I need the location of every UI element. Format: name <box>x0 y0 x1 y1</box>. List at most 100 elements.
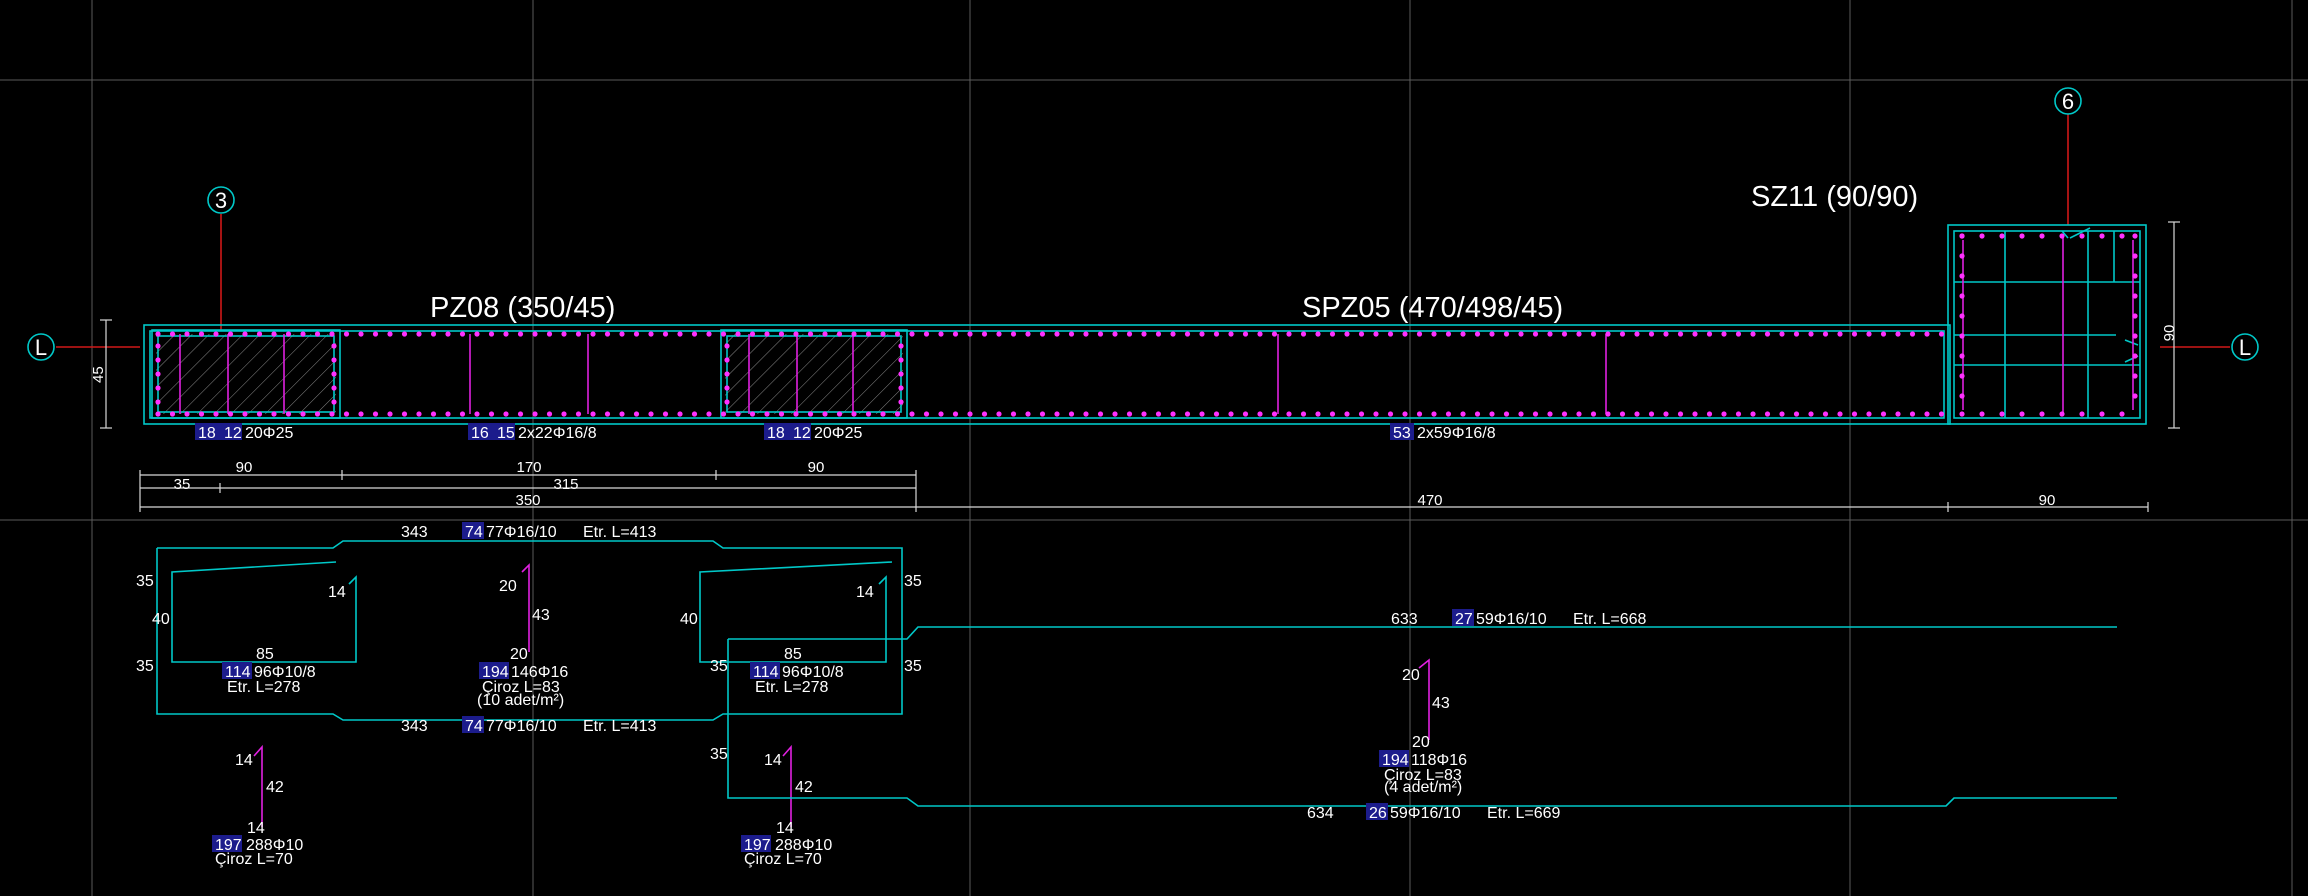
svg-text:53: 53 <box>1393 425 1411 442</box>
rebar-dot <box>1605 331 1611 337</box>
rebar-dot <box>967 331 973 337</box>
rebar-dot <box>329 411 335 417</box>
rebar-dot <box>633 331 640 337</box>
rebar-dot <box>155 357 161 363</box>
svg-text:20: 20 <box>1402 667 1420 684</box>
svg-text:Çiroz L=70: Çiroz L=70 <box>744 851 822 868</box>
rebar-dot <box>1924 411 1930 417</box>
svg-text:14: 14 <box>764 752 782 769</box>
rebar-dot <box>1286 331 1292 337</box>
rebar-dot <box>1242 411 1249 417</box>
rebar-dot <box>2039 233 2045 239</box>
rebar-dot <box>706 411 712 417</box>
rebar-dot <box>1938 331 1945 337</box>
rebar-dot <box>1677 331 1684 337</box>
rebar-dot <box>706 331 712 337</box>
svg-text:343: 343 <box>401 524 428 541</box>
svg-text:315: 315 <box>553 476 578 493</box>
svg-text:85: 85 <box>256 646 274 663</box>
rebar-dot <box>1518 331 1524 337</box>
svg-text:20: 20 <box>499 578 517 595</box>
rebar-dot <box>662 411 669 417</box>
rebar-dot <box>764 331 770 337</box>
svg-text:2x59Φ16/8: 2x59Φ16/8 <box>1417 425 1496 442</box>
svg-text:85: 85 <box>784 646 802 663</box>
svg-text:74: 74 <box>465 524 483 541</box>
rebar-dot <box>517 411 524 417</box>
rebar-dot <box>1329 411 1336 417</box>
rebar-dot <box>1300 331 1307 337</box>
rebar-dot <box>1416 411 1423 417</box>
svg-text:40: 40 <box>152 611 170 628</box>
rebar-dot <box>619 411 625 417</box>
rebar-dot <box>1793 331 1800 337</box>
rebar-dot <box>1895 331 1901 337</box>
rebar-dot <box>894 411 901 417</box>
svg-text:170: 170 <box>516 459 541 476</box>
rebar-dot <box>155 371 161 377</box>
rebar-dot <box>1387 331 1394 337</box>
rebar-dot <box>1460 411 1466 417</box>
svg-text:27: 27 <box>1455 611 1473 628</box>
rebar-dot <box>648 331 654 337</box>
rebar-dot <box>2132 333 2138 339</box>
rebar-dot <box>1576 411 1582 417</box>
rebar-dot <box>575 411 582 417</box>
rebar-dot <box>372 411 379 417</box>
svg-text:20Φ25: 20Φ25 <box>814 425 862 442</box>
rebar-dot <box>1184 411 1191 417</box>
svg-text:Etr. L=413: Etr. L=413 <box>583 718 656 735</box>
rebar-dot <box>1431 411 1437 417</box>
svg-text:35: 35 <box>710 746 728 763</box>
svg-text:35: 35 <box>904 573 922 590</box>
svg-text:14: 14 <box>776 820 794 837</box>
svg-text:470: 470 <box>1417 492 1442 509</box>
rebar-dot <box>1547 331 1553 337</box>
rebar-dot <box>1779 331 1785 337</box>
rebar-dot <box>2132 233 2138 239</box>
rebar-dot <box>1959 253 1965 259</box>
rebar-dot <box>1155 411 1162 417</box>
rebar-dot <box>898 357 904 363</box>
rebar-dot <box>198 331 205 337</box>
rebar-dot <box>1959 233 1965 239</box>
rebar-dot <box>1851 411 1858 417</box>
rebar-dot <box>1474 331 1481 337</box>
rebar-dot <box>1155 331 1162 337</box>
svg-text:3: 3 <box>215 188 227 213</box>
rebar-dot <box>561 411 567 417</box>
rebar-dot <box>155 343 161 349</box>
svg-text:343: 343 <box>401 718 428 735</box>
rebar-dot <box>1576 331 1582 337</box>
rebar-dot <box>938 331 944 337</box>
axis-bubble-6: 6 <box>2054 87 2082 115</box>
rebar-dot <box>2019 233 2025 239</box>
svg-text:43: 43 <box>1432 695 1450 712</box>
rebar-dot <box>1025 331 1031 337</box>
rebar-dot <box>619 331 625 337</box>
rebar-dot <box>184 411 190 417</box>
rebar-dot <box>2132 393 2138 399</box>
rebar-dot <box>952 411 959 417</box>
rebar-dot <box>1097 411 1104 417</box>
cad-drawing: 3 6 L L PZ08 (350/45) SPZ05 (470/498/45)… <box>0 0 2308 896</box>
rebar-dot <box>1692 411 1698 417</box>
rebar-dot <box>430 411 437 417</box>
svg-text:2x22Φ16/8: 2x22Φ16/8 <box>518 425 597 442</box>
rebar-dot <box>996 331 1002 337</box>
rebar-dot <box>256 331 263 337</box>
rebar-dot <box>633 411 640 417</box>
rebar-dot <box>1170 411 1176 417</box>
rebar-dot <box>1706 411 1713 417</box>
svg-text:14: 14 <box>328 584 346 601</box>
rebar-dot <box>155 331 161 337</box>
plan-bar-labels: 18 12 20Φ25 16 15 2x22Φ16/8 18 12 20Φ25 … <box>195 423 1496 442</box>
svg-text:14: 14 <box>235 752 253 769</box>
rebar-dot <box>1068 331 1075 337</box>
rebar-dot <box>1199 411 1205 417</box>
rebar-dot <box>198 411 205 417</box>
rebar-dot <box>285 331 292 337</box>
rebar-dot <box>1445 331 1452 337</box>
svg-text:(10 adet/m²): (10 adet/m²) <box>477 692 564 709</box>
rebar-dot <box>724 343 730 349</box>
